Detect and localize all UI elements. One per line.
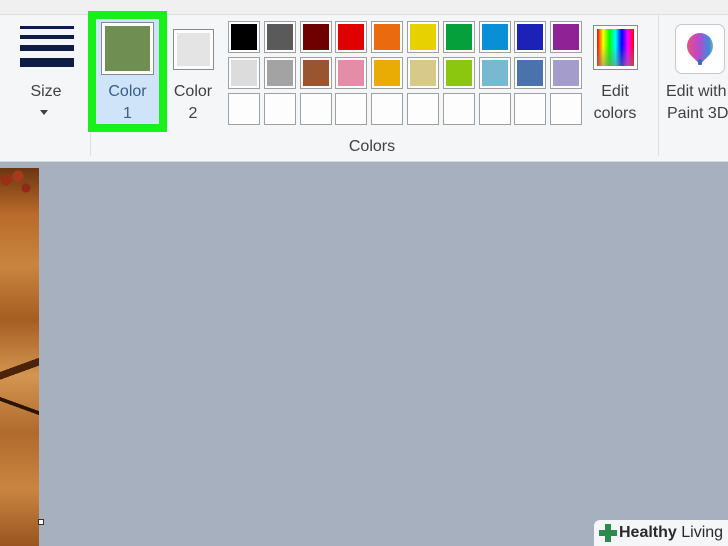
size-label: Size bbox=[30, 83, 62, 100]
color1-swatch bbox=[101, 22, 154, 75]
palette-swatch[interactable] bbox=[264, 21, 296, 53]
watermark: Healthy Living bbox=[594, 520, 728, 546]
palette-swatch[interactable] bbox=[335, 21, 367, 53]
color2-swatch bbox=[173, 29, 214, 70]
group-divider bbox=[658, 14, 659, 156]
chevron-down-icon bbox=[40, 110, 48, 115]
canvas-resize-handle[interactable] bbox=[38, 519, 44, 525]
colors-group-label: Colors bbox=[348, 138, 396, 155]
watermark-text: Healthy Living bbox=[619, 524, 724, 541]
palette-empty-slot[interactable] bbox=[228, 93, 260, 125]
palette-empty-slot[interactable] bbox=[479, 93, 511, 125]
palette-empty-slot[interactable] bbox=[300, 93, 332, 125]
palette-swatch[interactable] bbox=[443, 21, 475, 53]
palette-swatch[interactable] bbox=[264, 57, 296, 89]
palette-empty-slot[interactable] bbox=[550, 93, 582, 125]
color2-number: 2 bbox=[188, 105, 198, 122]
palette-swatch[interactable] bbox=[335, 57, 367, 89]
palette-swatch[interactable] bbox=[550, 21, 582, 53]
palette-swatch[interactable] bbox=[228, 21, 260, 53]
palette-swatch[interactable] bbox=[443, 57, 475, 89]
color2-label: Color bbox=[173, 83, 213, 100]
palette-swatch[interactable] bbox=[371, 21, 403, 53]
palette-swatch[interactable] bbox=[300, 57, 332, 89]
palette-empty-slot[interactable] bbox=[514, 93, 546, 125]
palette-empty-slot[interactable] bbox=[335, 93, 367, 125]
paint3d-label-line2: Paint 3D bbox=[667, 105, 728, 122]
edit-colors-label-line2: colors bbox=[593, 105, 637, 122]
palette-empty-slot[interactable] bbox=[371, 93, 403, 125]
palette-swatch[interactable] bbox=[371, 57, 403, 89]
plus-icon bbox=[599, 524, 617, 542]
palette-swatch[interactable] bbox=[550, 57, 582, 89]
color1-label: Color bbox=[108, 83, 147, 100]
palette-swatch[interactable] bbox=[479, 57, 511, 89]
palette-swatch[interactable] bbox=[228, 57, 260, 89]
canvas-image[interactable] bbox=[0, 168, 39, 546]
palette-swatch[interactable] bbox=[514, 57, 546, 89]
palette-swatch[interactable] bbox=[407, 21, 439, 53]
line-width-icon bbox=[20, 26, 74, 70]
palette-swatch[interactable] bbox=[514, 21, 546, 53]
color-spectrum-icon bbox=[593, 25, 638, 70]
paint3d-label-line1: Edit with bbox=[666, 83, 727, 100]
palette-swatch[interactable] bbox=[300, 21, 332, 53]
group-divider bbox=[90, 132, 91, 156]
edit-colors-label-line1: Edit bbox=[601, 83, 629, 100]
palette-swatch[interactable] bbox=[407, 57, 439, 89]
ribbon: Size Color 1 Color 2 Edit colors Colors … bbox=[0, 0, 728, 162]
palette-empty-slot[interactable] bbox=[443, 93, 475, 125]
paint3d-icon bbox=[675, 24, 725, 74]
palette-empty-slot[interactable] bbox=[264, 93, 296, 125]
palette-swatch[interactable] bbox=[479, 21, 511, 53]
color1-number: 1 bbox=[123, 105, 132, 122]
palette-empty-slot[interactable] bbox=[407, 93, 439, 125]
